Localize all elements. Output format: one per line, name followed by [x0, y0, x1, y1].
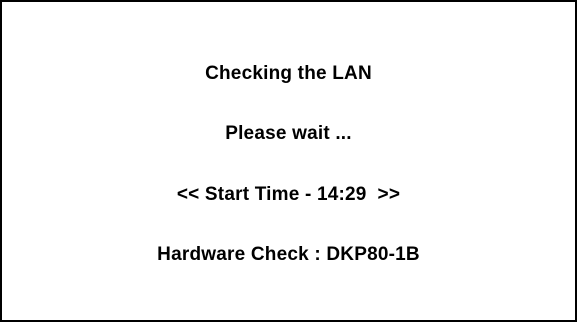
- lan-check-dialog: Checking the LAN Please wait ... << Star…: [0, 0, 577, 322]
- hardware-check-message: Hardware Check : DKP80-1B: [157, 244, 420, 265]
- wait-message: Please wait ...: [225, 123, 352, 144]
- start-time-message: << Start Time - 14:29 >>: [176, 184, 401, 205]
- status-message: Checking the LAN: [205, 63, 372, 84]
